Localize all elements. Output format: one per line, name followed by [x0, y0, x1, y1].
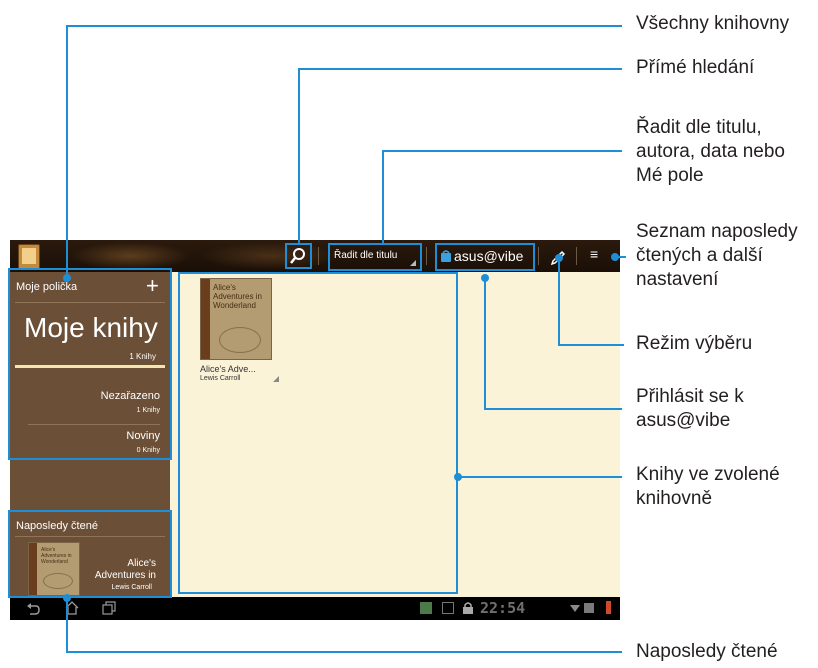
connector: [382, 150, 384, 244]
label-login-vibe: Přihlásit se k asus@vibe: [636, 386, 744, 431]
connector: [66, 25, 622, 27]
back-icon[interactable]: [26, 602, 40, 616]
topbar-glow: [70, 242, 190, 270]
clock: 22:54: [480, 599, 526, 617]
connector: [66, 598, 68, 653]
connector: [484, 408, 622, 410]
label-direct-search: Přímé hledání: [636, 57, 755, 78]
label-recently-read: Naposledy čtené: [636, 641, 778, 662]
separator: [538, 247, 539, 265]
topbar-glow: [200, 242, 340, 270]
callout-box-recent: [8, 510, 172, 598]
wifi-icon: [570, 605, 580, 612]
label-sort-info: Řadit dle titulu, autora, data nebo Mé p…: [636, 117, 785, 186]
battery-icon: [606, 601, 611, 614]
connector-dot: [555, 254, 563, 262]
gallery-icon: [420, 602, 432, 614]
system-nav-bar: 22:54: [10, 597, 620, 620]
menu-button[interactable]: ≡: [590, 246, 606, 266]
connector: [484, 278, 486, 410]
separator: [318, 247, 319, 265]
signal-icon: [584, 603, 594, 613]
separator: [576, 247, 577, 265]
recent-apps-icon[interactable]: [102, 601, 116, 615]
menu-icon: ≡: [590, 246, 599, 262]
connector-dot: [63, 274, 71, 282]
connector: [66, 651, 622, 653]
connector: [558, 258, 560, 346]
connector-dot: [611, 253, 619, 261]
connector: [66, 25, 68, 279]
callout-box-vibe: [435, 243, 535, 271]
connector-dot: [481, 274, 489, 282]
callout-box-sort: [328, 243, 422, 271]
connector-dot: [454, 473, 462, 481]
callout-box-books: [178, 272, 458, 594]
label-books-in-library: Knihy ve zvolené knihovně: [636, 464, 780, 509]
callout-box-shelves: [8, 268, 172, 460]
connector-dot: [63, 594, 71, 602]
lock-icon: [463, 602, 473, 614]
connector: [558, 344, 624, 346]
connector: [298, 68, 622, 70]
download-icon: [442, 602, 454, 614]
connector: [298, 68, 300, 244]
label-select-mode: Režim výběru: [636, 333, 753, 354]
app-icon[interactable]: [18, 244, 40, 270]
connector: [382, 150, 622, 152]
label-all-libraries: Všechny knihovny: [636, 13, 790, 34]
connector: [458, 476, 622, 478]
callout-box-search: [285, 243, 312, 269]
label-recent-settings: Seznam naposledy čtených a další nastave…: [636, 221, 798, 290]
separator: [426, 247, 427, 265]
